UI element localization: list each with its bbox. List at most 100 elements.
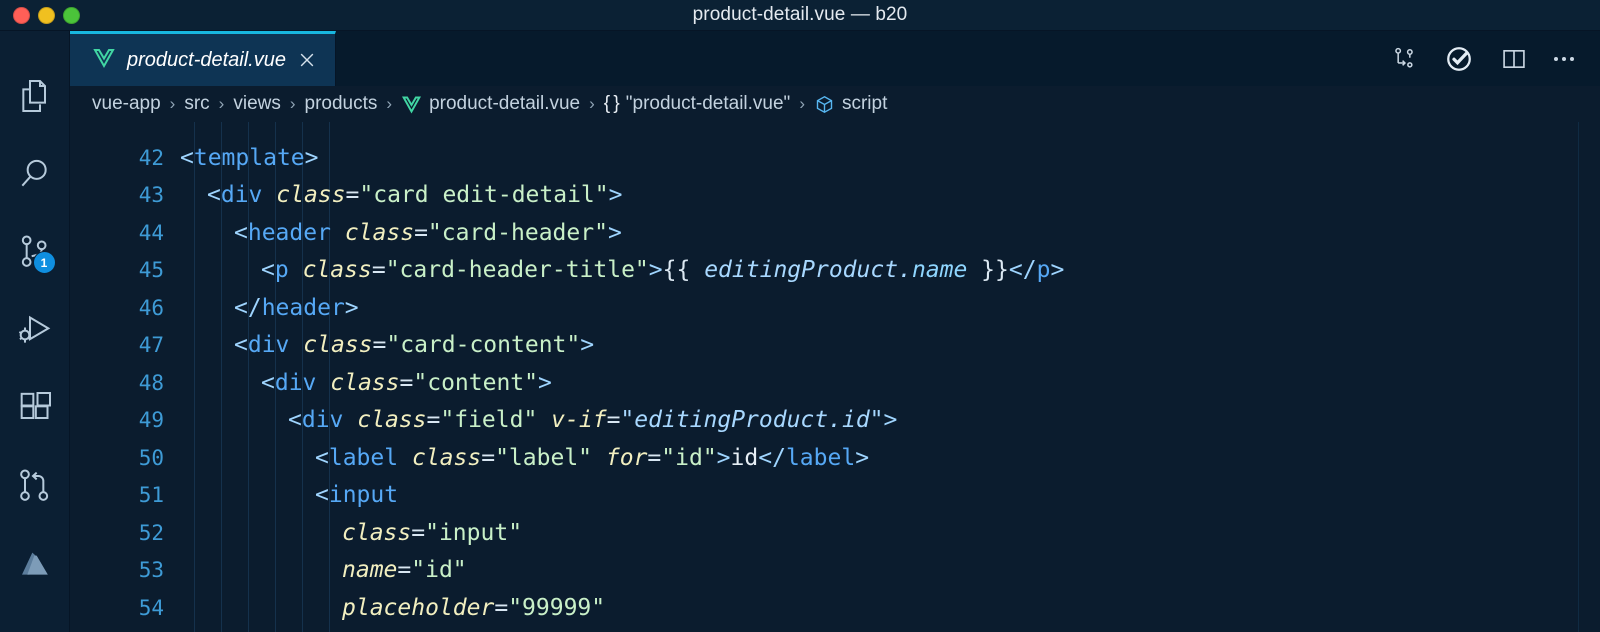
activity-bar-item-search[interactable] <box>0 135 70 213</box>
code-token: > <box>607 219 622 246</box>
code-token: "card edit-detail" <box>359 182 609 209</box>
breadcrumb-item-file[interactable]: product-detail.vue <box>401 93 580 115</box>
close-window-button[interactable] <box>13 6 30 24</box>
breadcrumb-item-vue-app[interactable]: vue-app <box>92 93 161 115</box>
breadcrumb-item-products[interactable]: products <box>305 93 378 115</box>
code-line[interactable]: 54 placeholder="99999" <box>70 589 1600 627</box>
code-line-partial <box>70 125 1600 139</box>
breadcrumb-item-symbol-script[interactable]: script <box>814 93 887 115</box>
code-token: class <box>330 369 400 396</box>
code-token: "card-header" <box>427 219 608 246</box>
code-token: </ <box>1008 257 1037 284</box>
code-token: = <box>399 369 414 396</box>
breadcrumb: vue-app › src › views › products › produ… <box>70 86 1600 122</box>
code-token: = <box>647 444 662 471</box>
minimize-window-button[interactable] <box>38 6 55 24</box>
activity-bar-item-extensions[interactable] <box>0 369 70 447</box>
workbench-body: 1 product-detail.vue vue-app › src › vie… <box>0 31 1600 632</box>
chevron-right-icon: › <box>169 94 176 113</box>
line-number: 49 <box>138 408 164 433</box>
chevron-right-icon: › <box>218 94 225 113</box>
vue-file-icon <box>401 94 422 115</box>
code-lines: 42 <template> 43 <div class="card edit-deta… <box>70 122 1600 632</box>
code-line[interactable]: 46 </header> <box>70 289 1600 327</box>
activity-bar-item-azure[interactable] <box>0 525 70 603</box>
code-token: header <box>261 294 345 321</box>
line-content: placeholder="99999" <box>180 595 1600 621</box>
editor-right-rule <box>1578 122 1579 632</box>
line-number: 47 <box>138 333 164 358</box>
vue-file-icon <box>92 46 116 75</box>
tab-bar-spacer <box>336 31 1390 86</box>
breadcrumb-label: views <box>233 93 281 114</box>
split-editor-icon[interactable] <box>1500 45 1528 73</box>
title-bar: product-detail.vue — b20 <box>0 0 1600 31</box>
breadcrumb-item-views[interactable]: views <box>233 93 281 115</box>
code-token: class <box>303 332 373 359</box>
code-line[interactable]: 48 <div class="content"> <box>70 364 1600 402</box>
code-token: div <box>220 182 263 209</box>
azure-icon <box>15 544 55 584</box>
code-token: div <box>301 407 344 434</box>
code-token: "card-header-title" <box>385 257 649 284</box>
line-content: class="input" <box>180 520 1600 546</box>
zoom-window-button[interactable] <box>63 6 80 24</box>
run-debug-icon <box>15 310 55 350</box>
code-token: class <box>342 519 412 546</box>
line-number: 48 <box>138 370 164 395</box>
code-line[interactable]: 53 name="id" <box>70 552 1600 590</box>
code-token: class <box>276 182 346 209</box>
line-number: 45 <box>138 258 164 283</box>
code-line[interactable]: 44 <header class="card-header"> <box>70 214 1600 252</box>
code-line[interactable]: 51 <input <box>70 477 1600 515</box>
breadcrumb-item-symbol-file[interactable]: { } "product-detail.vue" <box>604 93 791 115</box>
breadcrumb-label: src <box>184 93 210 114</box>
braces-icon: { } <box>603 93 620 114</box>
code-line[interactable]: 45 <p class="card-header-title">{{ editin… <box>70 252 1600 290</box>
code-line[interactable]: 47 <div class="card-content"> <box>70 327 1600 365</box>
code-token: < <box>315 444 329 471</box>
breadcrumb-item-src[interactable]: src <box>184 93 209 115</box>
code-token: name <box>911 257 968 284</box>
code-token: > <box>883 407 898 434</box>
activity-bar-item-explorer[interactable] <box>0 57 70 135</box>
code-line[interactable]: 43 <div class="card edit-detail"> <box>70 177 1600 215</box>
check-circle-icon[interactable] <box>1444 44 1474 74</box>
line-number: 53 <box>138 558 164 583</box>
code-token: > <box>608 182 623 209</box>
code-line[interactable]: 52 class="input" <box>70 514 1600 552</box>
tab-product-detail-vue[interactable]: product-detail.vue <box>70 31 336 86</box>
line-content: <div class="content"> <box>180 370 1600 396</box>
code-line[interactable]: 50 <label class="label" for="id">id</labe… <box>70 439 1600 477</box>
files-icon <box>15 76 55 116</box>
code-token: > <box>716 444 731 471</box>
code-line[interactable]: 49 <div class="field" v-if="editingProduc… <box>70 402 1600 440</box>
close-icon[interactable] <box>297 50 317 70</box>
code-token: = <box>414 219 428 246</box>
activity-bar-item-source-control[interactable]: 1 <box>0 213 70 291</box>
code-token: "id" <box>661 444 717 471</box>
code-token: placeholder <box>342 594 495 621</box>
line-content: <header class="card-header"> <box>180 220 1600 246</box>
code-token: < <box>234 219 248 246</box>
code-editor[interactable]: 42 <template> 43 <div class="card edit-deta… <box>70 122 1600 632</box>
line-content: <template> <box>180 145 1600 171</box>
code-token: < <box>207 182 221 209</box>
breadcrumb-label: vue-app <box>92 93 161 114</box>
activity-bar-item-pull-requests[interactable] <box>0 447 70 525</box>
code-line[interactable]: 42 <template> <box>70 139 1600 177</box>
compare-icon[interactable] <box>1390 45 1418 73</box>
line-number: 44 <box>138 220 164 245</box>
code-token: template <box>193 144 305 171</box>
activity-bar: 1 <box>0 31 70 632</box>
code-token: class <box>357 407 427 434</box>
line-content: <input <box>180 482 1600 508</box>
code-token: > <box>855 444 870 471</box>
activity-bar-item-run-and-debug[interactable] <box>0 291 70 369</box>
code-token: > <box>648 257 663 284</box>
ellipsis-icon[interactable] <box>1554 56 1574 61</box>
code-token: = <box>606 407 621 434</box>
